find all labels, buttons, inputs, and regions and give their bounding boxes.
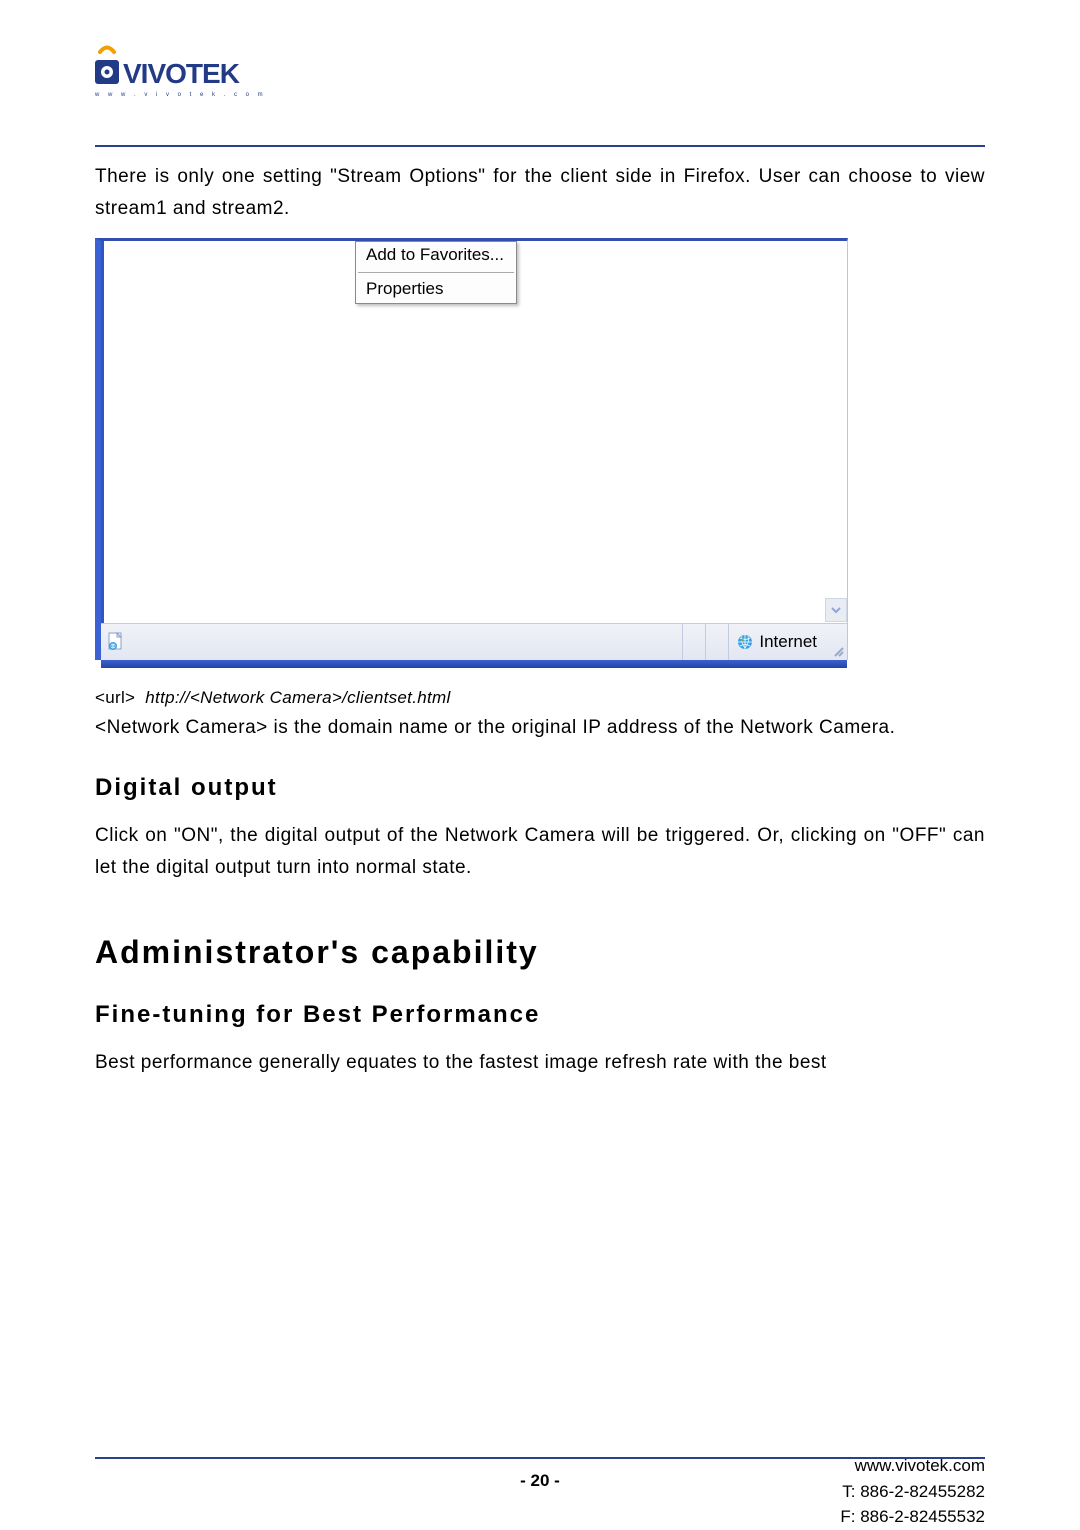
heading-digital-output: Digital output: [95, 774, 985, 802]
menu-properties[interactable]: Properties: [356, 276, 516, 303]
url-line: <url> http://<Network Camera>/clientset.…: [95, 688, 985, 708]
context-menu: Add to Favorites... Properties: [355, 241, 517, 304]
fine-tuning-body: Best performance generally equates to th…: [95, 1047, 985, 1079]
browser-screenshot: Add to Favorites... Properties: [95, 238, 848, 660]
vivotek-logo-svg: VIVOTEK w w w . v i v o t e k . c o m: [95, 40, 295, 110]
intro-paragraph: There is only one setting "Stream Option…: [95, 161, 985, 226]
page-footer: - 20 - www.vivotek.com T: 886-2-82455282…: [95, 1433, 985, 1491]
header-divider: [95, 145, 985, 147]
url-value: http://<Network Camera>/clientset.html: [145, 688, 450, 707]
status-zone: Internet: [728, 624, 847, 660]
camera-domain-note: <Network Camera> is the domain name or t…: [95, 712, 985, 744]
url-prefix: <url>: [95, 688, 135, 707]
digital-output-body: Click on "ON", the digital output of the…: [95, 820, 985, 885]
globe-icon: [737, 634, 753, 650]
footer-fax: F: 886-2-82455532: [840, 1504, 985, 1530]
footer-contact: www.vivotek.com T: 886-2-82455282 F: 886…: [840, 1453, 985, 1530]
status-zone-label: Internet: [759, 632, 817, 652]
menu-separator: [358, 272, 514, 273]
scroll-down-icon[interactable]: [825, 598, 847, 622]
browser-status-bar: Internet: [101, 623, 847, 660]
footer-tel: T: 886-2-82455282: [840, 1479, 985, 1505]
logo-tagline: w w w . v i v o t e k . c o m: [95, 92, 266, 98]
page-icon: [105, 631, 127, 653]
heading-admin-capability: Administrator's capability: [95, 934, 985, 971]
vivotek-logo: VIVOTEK w w w . v i v o t e k . c o m: [95, 40, 985, 115]
heading-fine-tuning: Fine-tuning for Best Performance: [95, 1001, 985, 1029]
menu-add-favorites[interactable]: Add to Favorites...: [356, 242, 516, 269]
svg-text:VIVOTEK: VIVOTEK: [123, 58, 240, 89]
resize-grip-icon: [831, 644, 845, 658]
footer-website: www.vivotek.com: [840, 1453, 985, 1479]
